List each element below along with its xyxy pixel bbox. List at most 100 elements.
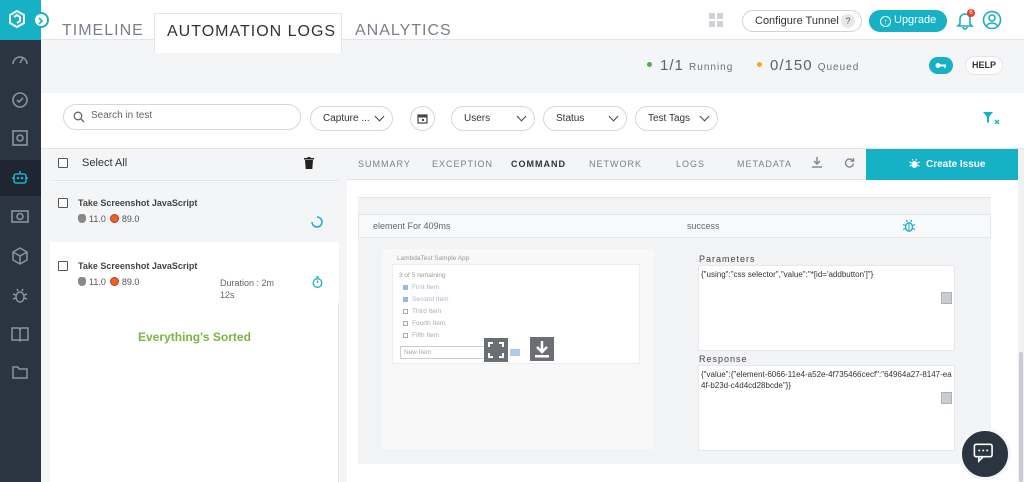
chevron-down-icon: [699, 111, 710, 122]
copy-response-icon[interactable]: [941, 392, 952, 404]
queued-status: 0/150 Queued: [757, 57, 859, 74]
folder-icon[interactable]: [10, 362, 30, 382]
os-version: 11.0: [89, 214, 106, 224]
duration-line: 12s: [220, 290, 235, 300]
access-key-button[interactable]: [929, 57, 953, 74]
key-icon: [935, 63, 946, 68]
app-item-label: Fourth Item: [412, 320, 446, 327]
fullscreen-button[interactable]: [484, 338, 508, 362]
apps-grid-icon[interactable]: [708, 12, 724, 28]
bug-icon: [909, 158, 920, 168]
queued-count: 0/150: [770, 57, 813, 74]
logo-icon: [9, 10, 25, 28]
capture-dropdown-label: Capture ...: [323, 113, 370, 124]
response-label: Response: [699, 354, 748, 364]
item-checkbox: [403, 309, 408, 314]
status-dropdown[interactable]: Status: [543, 106, 627, 131]
test-checkbox[interactable]: [58, 261, 68, 271]
chevron-down-icon: [608, 111, 619, 122]
chat-icon: [973, 443, 993, 463]
tab-command[interactable]: COMMAND: [511, 159, 566, 169]
tab-summary[interactable]: SUMMARY: [358, 159, 411, 169]
create-issue-label: Create Issue: [926, 159, 986, 170]
tab-logs[interactable]: LOGS: [676, 159, 705, 169]
test-list-item[interactable]: [50, 182, 339, 242]
app-list-item: Second Item: [403, 296, 449, 303]
item-checkbox: [403, 333, 408, 338]
download-screenshot-button[interactable]: [530, 337, 554, 361]
dashboard-icon[interactable]: [10, 50, 30, 70]
app-list-item: Fifth Item: [403, 332, 439, 339]
command-row[interactable]: [358, 214, 991, 238]
sidebar: [0, 0, 41, 482]
tab-timeline[interactable]: TIMELINE: [62, 13, 144, 53]
chevron-right-icon: [38, 17, 44, 25]
date-picker-button[interactable]: [410, 106, 435, 131]
app-list-item: Third Item: [403, 308, 441, 315]
copy-parameters-icon[interactable]: [941, 292, 952, 304]
timer-icon: [312, 276, 323, 288]
upgrade-button[interactable]: ↑ Upgrade: [869, 10, 947, 32]
download-icon[interactable]: [812, 157, 822, 168]
browser-version: 89.0: [121, 277, 140, 287]
capture-dropdown[interactable]: Capture ...: [310, 106, 393, 131]
running-count: 1/1: [660, 57, 684, 74]
loading-spinner-icon: [311, 216, 323, 228]
apple-os-icon: [78, 214, 86, 223]
users-dropdown[interactable]: Users: [451, 106, 535, 131]
tab-analytics[interactable]: ANALYTICS: [355, 13, 452, 53]
chevron-down-icon: [516, 111, 527, 122]
running-status: 1/1 Running: [647, 57, 733, 74]
automation-icon[interactable]: [10, 168, 30, 188]
bug-icon[interactable]: [10, 286, 30, 306]
running-dot-icon: [647, 62, 652, 67]
os-version: 11.0: [89, 277, 106, 287]
test-title: Take Screenshot JavaScript: [78, 261, 198, 271]
browser-version: 89.0: [121, 214, 140, 224]
firefox-icon: [109, 277, 119, 286]
test-meta: 11.0 89.0: [78, 214, 139, 224]
tab-exception[interactable]: EXCEPTION: [432, 159, 493, 169]
realtime-icon[interactable]: [10, 90, 30, 110]
tunnel-help-icon[interactable]: ?: [841, 14, 855, 28]
test-list-item[interactable]: [50, 243, 339, 303]
help-button[interactable]: HELP: [965, 56, 1003, 75]
select-all-checkbox[interactable]: [58, 158, 68, 168]
refresh-icon[interactable]: [844, 157, 855, 168]
search-box[interactable]: [63, 104, 301, 130]
user-avatar-icon[interactable]: [982, 10, 1002, 30]
response-code: {"value":{"element-6066-11e4-a52e-4f7354…: [698, 365, 955, 451]
tab-automation-logs[interactable]: AUTOMATION LOGS: [154, 13, 342, 53]
tab-network[interactable]: NETWORK: [589, 159, 642, 169]
app-list-item: First Item: [403, 284, 439, 291]
scrollbar-thumb[interactable]: [1019, 352, 1023, 482]
clear-filter-icon[interactable]: [982, 111, 1000, 125]
test-title: Take Screenshot JavaScript: [78, 198, 198, 208]
book-icon[interactable]: [10, 324, 30, 344]
search-input[interactable]: [91, 110, 291, 121]
sidebar-expand-button[interactable]: [33, 12, 49, 28]
queued-dot-icon: [757, 62, 762, 67]
test-tags-dropdown[interactable]: Test Tags: [635, 106, 718, 131]
app-remaining: 3 of 5 remaining: [399, 272, 446, 279]
box-icon[interactable]: [10, 246, 30, 266]
chat-widget-button[interactable]: [959, 428, 1011, 480]
create-issue-button[interactable]: Create Issue: [866, 149, 1018, 180]
tab-metadata[interactable]: METADATA: [737, 159, 792, 169]
select-all-label: Select All: [82, 157, 128, 169]
running-label: Running: [689, 62, 734, 73]
screenshot-icon[interactable]: [10, 206, 30, 226]
app-item-label: Second Item: [412, 296, 449, 303]
search-icon: [73, 111, 85, 123]
apple-os-icon: [78, 277, 86, 286]
test-checkbox[interactable]: [58, 198, 68, 208]
visual-testing-icon[interactable]: [10, 128, 30, 148]
upgrade-arrow-icon: ↑: [880, 16, 891, 27]
queued-label: Queued: [817, 62, 860, 73]
trash-icon[interactable]: [304, 157, 314, 169]
report-bug-icon[interactable]: [902, 219, 916, 233]
status-dropdown-label: Status: [556, 113, 585, 124]
test-duration: Duration : 2m 12s: [220, 277, 274, 301]
configure-tunnel-button[interactable]: Configure Tunnel?: [742, 10, 862, 32]
everything-sorted-message: Everything's Sorted: [138, 330, 251, 344]
